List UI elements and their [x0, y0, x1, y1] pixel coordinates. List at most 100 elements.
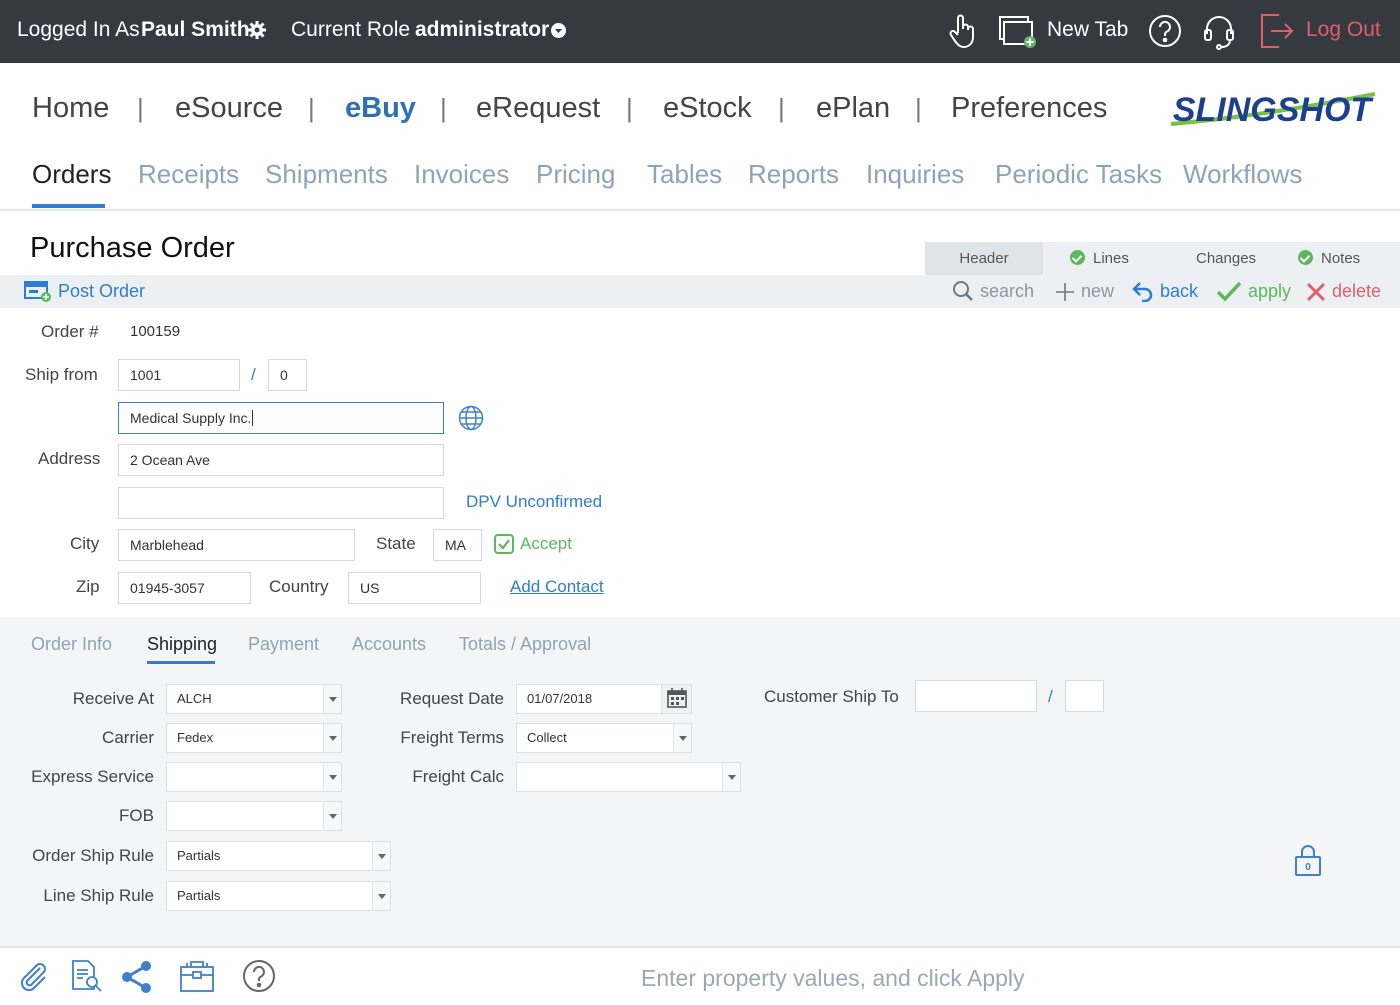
chevron-down-icon — [323, 685, 341, 713]
ship-from-suffix-input[interactable]: 0 — [268, 359, 307, 391]
address-line2-input[interactable] — [118, 487, 444, 519]
ship-from-input[interactable]: 1001 — [118, 359, 240, 391]
chevron-down-icon — [323, 763, 341, 791]
tab-tables[interactable]: Tables — [647, 157, 722, 191]
active-subtab-underline — [147, 661, 215, 664]
lock-count: 0 — [1305, 862, 1311, 873]
add-contact-link[interactable]: Add Contact — [510, 576, 604, 598]
logged-in-label: Logged In As — [17, 18, 140, 41]
new-tab-icon[interactable] — [998, 15, 1038, 54]
tab-inquiries[interactable]: Inquiries — [866, 157, 964, 191]
tab-shipping[interactable]: Shipping — [147, 632, 217, 656]
customer-ship-to-suffix-input[interactable] — [1065, 680, 1104, 712]
back-arrow-icon — [1132, 282, 1153, 303]
country-input[interactable]: US — [348, 572, 481, 604]
delete-button[interactable]: delete — [1306, 275, 1381, 308]
search-button[interactable]: search — [952, 275, 1034, 308]
zip-input[interactable]: 01945-3057 — [118, 572, 251, 604]
nav-separator: | — [778, 93, 785, 123]
support-headset-icon[interactable] — [1202, 14, 1236, 55]
nav-ebuy[interactable]: eBuy — [345, 88, 416, 128]
carrier-select[interactable]: Fedex — [166, 723, 342, 753]
checkmark-icon — [1216, 281, 1242, 302]
help-icon[interactable] — [1148, 14, 1182, 53]
nav-estock[interactable]: eStock — [663, 88, 752, 128]
tab-lines[interactable]: Lines — [1070, 242, 1129, 275]
tab-invoices[interactable]: Invoices — [414, 157, 509, 191]
user-name[interactable]: Paul Smith — [141, 17, 250, 43]
new-button[interactable]: new — [1055, 275, 1114, 308]
customer-ship-to-input[interactable] — [915, 680, 1037, 712]
chevron-down-icon — [673, 724, 691, 752]
post-order-button[interactable]: Post Order — [24, 275, 145, 308]
nav-erequest[interactable]: eRequest — [476, 88, 600, 128]
request-date-value: 01/07/2018 — [527, 691, 593, 706]
country-label: Country — [269, 577, 329, 596]
nav-preferences[interactable]: Preferences — [951, 88, 1107, 128]
nav-eplan[interactable]: ePlan — [816, 88, 890, 128]
tab-notes[interactable]: Notes — [1298, 242, 1360, 275]
pointer-hand-icon[interactable] — [948, 13, 978, 54]
tab-periodic-tasks[interactable]: Periodic Tasks — [995, 157, 1162, 191]
divider — [0, 209, 1400, 211]
tab-receipts[interactable]: Receipts — [138, 157, 239, 191]
role-value[interactable]: administrator — [415, 17, 549, 43]
tab-notes-label: Notes — [1321, 250, 1361, 267]
line-ship-rule-select[interactable]: Partials — [166, 881, 391, 911]
freight-calc-select[interactable] — [516, 762, 741, 792]
tab-header[interactable]: Header — [925, 242, 1043, 275]
receive-at-select[interactable]: ALCH — [166, 684, 342, 714]
user-gear-icon[interactable] — [248, 21, 266, 44]
help-circle-icon[interactable] — [242, 959, 276, 998]
accept-label[interactable]: Accept — [520, 533, 572, 555]
tab-changes[interactable]: Changes — [1196, 242, 1256, 275]
nav-esource[interactable]: eSource — [175, 88, 283, 128]
nav-home[interactable]: Home — [32, 88, 109, 128]
top-bar: Logged In As Paul Smith Current Role adm… — [0, 0, 1400, 63]
request-date-input[interactable]: 01/07/2018 — [516, 684, 692, 714]
order-ship-rule-select[interactable]: Partials — [166, 841, 391, 871]
footer-divider — [0, 946, 1400, 948]
briefcase-icon[interactable] — [179, 959, 215, 998]
tab-payment[interactable]: Payment — [248, 632, 319, 656]
tab-totals-approval[interactable]: Totals / Approval — [459, 632, 591, 656]
state-input[interactable]: MA — [433, 529, 482, 561]
customer-ship-to-label: Customer Ship To — [764, 687, 899, 706]
receive-at-value: ALCH — [177, 691, 212, 706]
chevron-down-icon — [372, 882, 390, 910]
calendar-icon[interactable] — [661, 685, 691, 713]
globe-icon[interactable] — [458, 405, 484, 436]
new-label: new — [1081, 281, 1115, 301]
city-input[interactable]: Marblehead — [118, 529, 355, 561]
logout-icon[interactable] — [1259, 12, 1295, 55]
vendor-name-input[interactable]: Medical Supply Inc. — [118, 402, 444, 434]
ship-from-slash: / — [251, 365, 256, 384]
freight-terms-select[interactable]: Collect — [516, 723, 692, 753]
apply-button[interactable]: apply — [1216, 275, 1291, 308]
dpv-status-link[interactable]: DPV Unconfirmed — [466, 491, 602, 513]
tab-workflows[interactable]: Workflows — [1183, 157, 1302, 191]
chevron-down-icon — [372, 842, 390, 870]
accept-checkbox-icon[interactable] — [494, 534, 514, 559]
express-service-select[interactable] — [166, 762, 342, 792]
logo-text: SLINGSHOT — [1173, 91, 1375, 129]
nav-separator: | — [440, 93, 447, 123]
address-line1-input[interactable]: 2 Ocean Ave — [118, 444, 444, 476]
fob-select[interactable] — [166, 801, 342, 831]
back-button[interactable]: back — [1132, 275, 1198, 308]
tab-orders[interactable]: Orders — [32, 157, 111, 191]
tab-reports[interactable]: Reports — [748, 157, 839, 191]
new-tab-label[interactable]: New Tab — [1047, 17, 1128, 43]
role-dropdown-icon[interactable] — [551, 23, 566, 43]
tab-shipments[interactable]: Shipments — [265, 157, 388, 191]
delete-x-icon — [1306, 282, 1326, 302]
tab-pricing[interactable]: Pricing — [536, 157, 615, 191]
lock-icon[interactable]: 0 — [1294, 843, 1322, 882]
document-search-icon[interactable] — [70, 959, 104, 998]
express-service-label: Express Service — [31, 767, 154, 786]
tab-order-info[interactable]: Order Info — [31, 632, 112, 656]
share-icon[interactable] — [120, 960, 154, 999]
tab-accounts[interactable]: Accounts — [352, 632, 426, 656]
logout-link[interactable]: Log Out — [1306, 17, 1381, 43]
paperclip-icon[interactable] — [18, 960, 50, 997]
